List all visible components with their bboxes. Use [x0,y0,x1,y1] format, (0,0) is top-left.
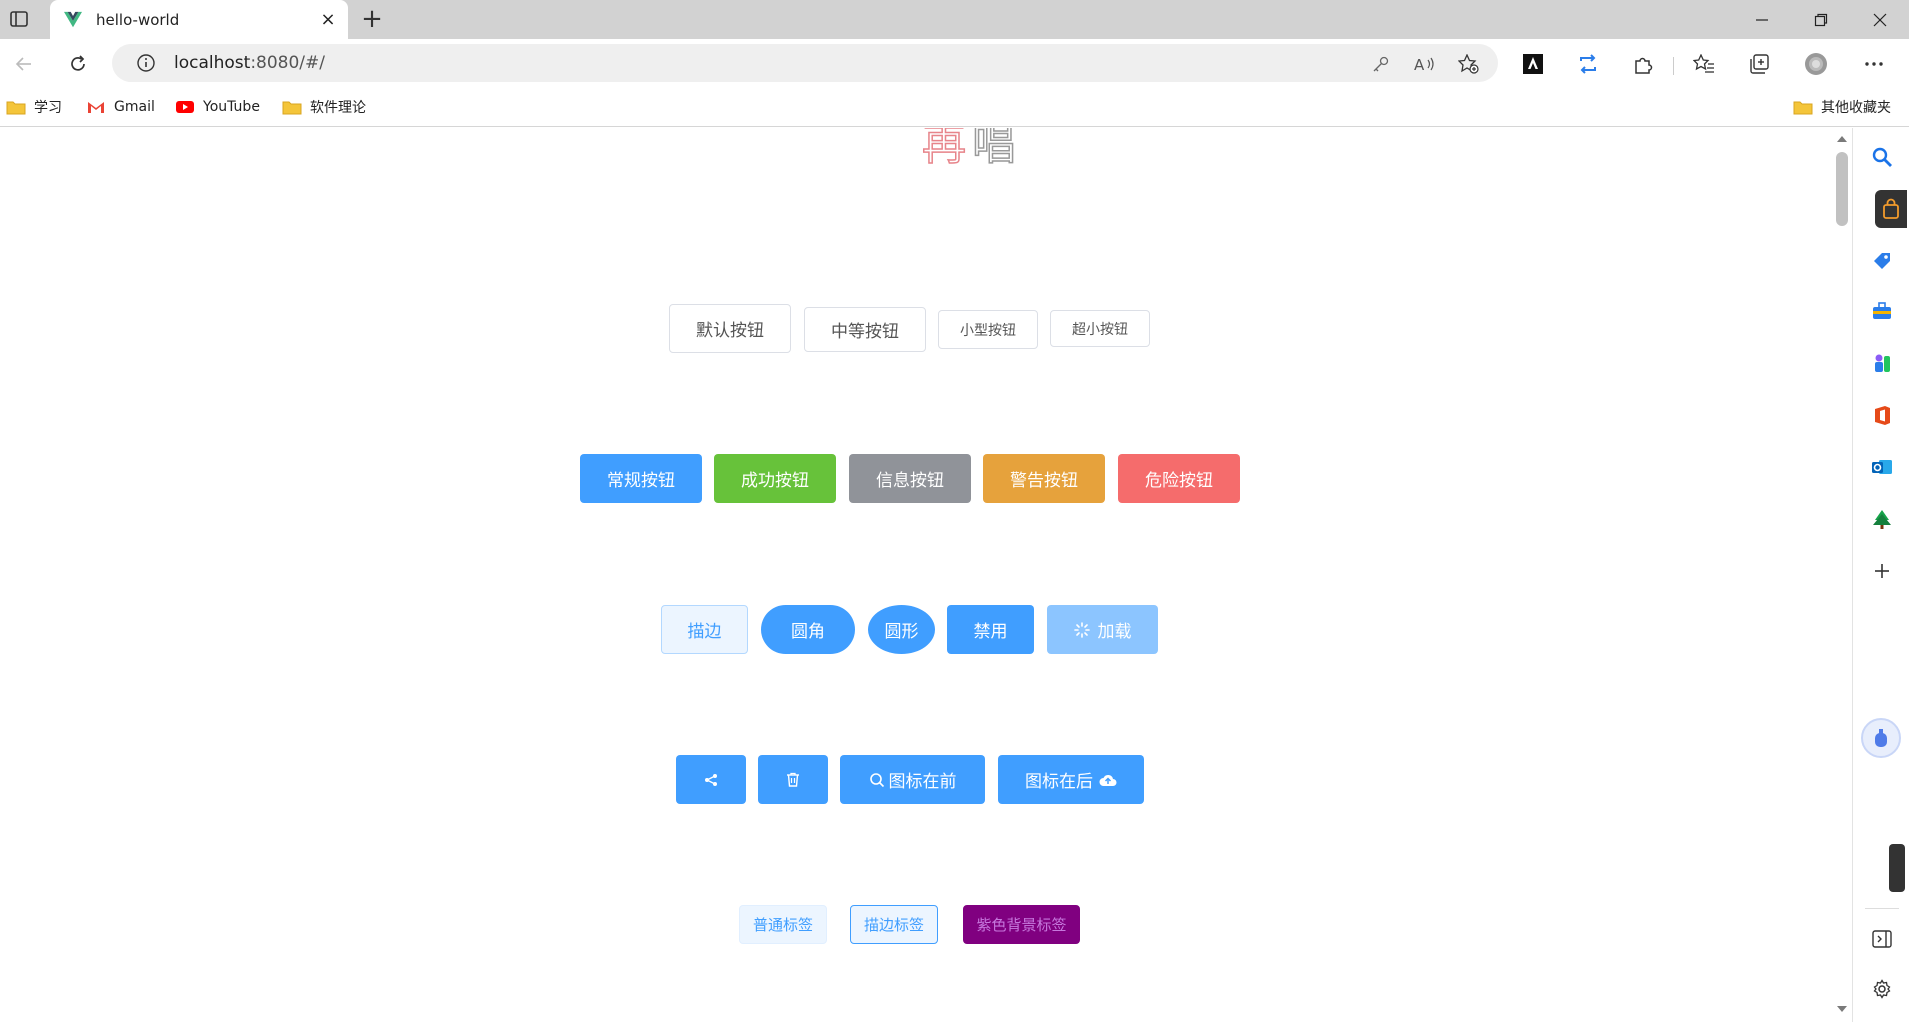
collections-icon[interactable] [1745,50,1773,78]
scroll-thumb[interactable] [1836,152,1848,226]
gmail-icon [88,102,104,113]
sidebar-floating-widget-icon[interactable] [1861,718,1901,758]
loading-spinner-icon [1073,621,1090,638]
restore-icon[interactable] [1793,0,1849,39]
tab-strip: hello-world × + [0,0,1909,39]
more-menu-icon[interactable] [1860,50,1888,78]
bookmark-other-favorites[interactable]: 其他收藏夹 [1793,95,1891,119]
warning-button[interactable]: 警告按钮 [983,454,1105,503]
scroll-up-arrow-icon[interactable] [1837,136,1847,142]
sidebar-tree-icon[interactable] [1869,506,1895,532]
page-scrollbar[interactable] [1832,128,1852,1022]
bookmarks-bar: 学习 Gmail YouTube 软件理论 其他收藏夹 [0,89,1909,127]
key-icon[interactable] [1370,53,1392,75]
extensions-icon[interactable] [1629,50,1657,78]
bookmark-software-theory[interactable]: 软件理论 [282,95,366,119]
success-button[interactable]: 成功按钮 [714,454,836,503]
plain-tag: 普通标签 [739,905,827,944]
bookmark-youtube[interactable]: YouTube [175,95,260,119]
address-bar[interactable]: localhost:8080/#/ A [112,44,1498,82]
share-button[interactable] [676,755,746,804]
default-size-button[interactable]: 默认按钮 [669,304,791,353]
plain-outline-button[interactable]: 描边 [661,605,748,654]
medium-size-button[interactable]: 中等按钮 [804,307,926,352]
tab-close-icon[interactable]: × [320,10,336,28]
folder-icon [282,101,302,115]
cloud-upload-icon [1099,774,1117,786]
icon-before-button[interactable]: 图标在前 [840,755,985,804]
delete-button[interactable] [758,755,828,804]
disabled-button[interactable]: 禁用 [947,605,1034,654]
sidebar-shopping-bag-icon[interactable] [1875,190,1907,228]
window-close-icon[interactable] [1852,0,1908,39]
circle-button[interactable]: 圆形 [868,605,935,654]
youtube-icon [176,101,194,113]
sidebar-shopping-tag-icon[interactable] [1869,248,1895,274]
sidebar-separator [1865,908,1899,909]
bookmark-study[interactable]: 学习 [6,95,62,119]
sidebar-add-icon[interactable] [1869,558,1895,584]
folder-icon [1793,101,1813,115]
back-icon[interactable] [10,50,38,78]
url-text[interactable]: localhost:8080/#/ [174,53,325,73]
site-info-icon[interactable] [136,53,156,73]
page-content: 再唱 默认按钮 中等按钮 小型按钮 超小按钮 常规按钮 成功按钮 信息按钮 警告… [0,128,1832,1022]
folder-icon [6,101,26,115]
sidebar-tools-icon[interactable] [1869,298,1895,324]
toolbar-separator [1673,57,1674,75]
new-tab-button[interactable]: + [358,6,386,34]
primary-button[interactable]: 常规按钮 [580,454,702,503]
sidebar-outlook-icon[interactable] [1869,454,1895,480]
refresh-icon[interactable] [64,50,92,78]
info-button[interactable]: 信息按钮 [849,454,971,503]
edge-sidebar [1852,128,1909,1022]
profile-avatar-icon[interactable] [1802,50,1830,78]
sidebar-search-icon[interactable] [1869,144,1895,170]
add-favorite-icon[interactable] [1458,53,1480,75]
mini-size-button[interactable]: 超小按钮 [1050,310,1150,347]
browser-toolbar: localhost:8080/#/ A [0,39,1909,89]
sync-extension-icon[interactable] [1574,50,1602,78]
sidebar-hide-icon[interactable] [1869,926,1895,952]
sidebar-settings-icon[interactable] [1869,976,1895,1002]
tab-title: hello-world [96,10,180,29]
read-aloud-icon[interactable]: A [1414,53,1436,75]
trash-icon [787,772,799,787]
extension-a-icon[interactable] [1519,50,1547,78]
share-icon [705,773,717,786]
loading-button[interactable]: 加载 [1047,605,1158,654]
danger-button[interactable]: 危险按钮 [1118,454,1240,503]
icon-after-button[interactable]: 图标在后 [998,755,1144,804]
purple-tag: 紫色背景标签 [963,905,1080,944]
search-icon [869,772,884,787]
sidebar-slider-handle[interactable] [1889,844,1905,892]
small-size-button[interactable]: 小型按钮 [938,310,1038,349]
bookmark-gmail[interactable]: Gmail [86,95,155,119]
favorites-icon[interactable] [1690,50,1718,78]
outline-tag: 描边标签 [850,905,938,944]
scroll-down-arrow-icon[interactable] [1837,1006,1847,1012]
minimize-icon[interactable] [1734,0,1790,39]
sidebar-office-icon[interactable] [1869,402,1895,428]
browser-tab[interactable]: hello-world × [50,0,348,39]
vue-logo-icon [64,11,82,27]
round-button[interactable]: 圆角 [761,605,855,654]
page-logo-text: 再唱 [921,128,1022,171]
svg-text:A: A [1414,56,1425,73]
sidebar-games-icon[interactable] [1869,350,1895,376]
tab-actions-icon[interactable] [8,8,30,30]
